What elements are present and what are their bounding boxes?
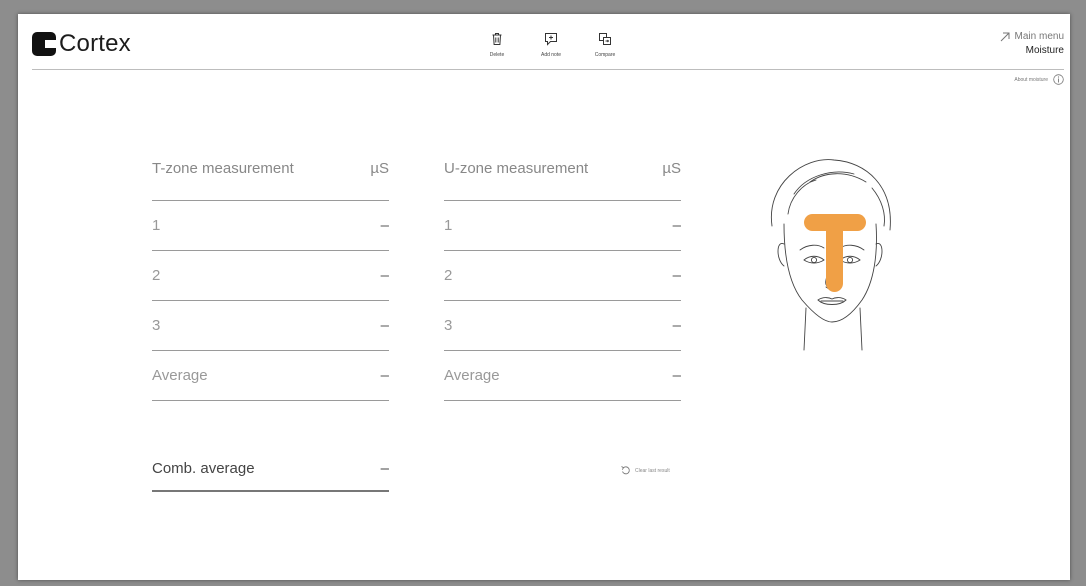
row-value: – [672,317,681,334]
row-label: 2 [444,267,453,284]
table-row: Average – [444,351,681,401]
info-icon [1053,74,1064,85]
delete-button[interactable]: Delete [470,32,524,58]
row-value: – [380,217,389,234]
face-illustration [770,159,891,351]
table-row: 2 – [444,251,681,301]
toolbar: Delete Add note Compare [470,32,632,58]
table-row: 3 – [152,301,389,351]
page-title: Moisture [1025,45,1064,56]
app-window: Cortex Delete Add note Compare Main menu… [18,14,1070,580]
row-value: – [672,217,681,234]
table-row: 1 – [444,201,681,251]
top-right-nav: Main menu Moisture [999,31,1064,56]
row-label: 1 [152,217,161,234]
row-label: 2 [152,267,161,284]
compare-button[interactable]: Compare [578,32,632,58]
u-zone-header: U-zone measurement µS [444,160,681,201]
t-zone-highlight [804,214,866,292]
u-zone-title: U-zone measurement [444,160,589,177]
arrow-up-right-icon [1000,32,1010,41]
u-zone-unit: µS [662,160,681,177]
main-menu-link[interactable]: Main menu [999,31,1064,42]
clear-last-result-label: Clear last result [635,467,670,474]
row-value: – [672,267,681,284]
header-divider [32,69,1064,70]
row-label: Average [152,367,208,384]
u-zone-table: U-zone measurement µS 1 – 2 – 3 – Averag… [444,160,681,401]
table-row: Average – [152,351,389,401]
table-row: 2 – [152,251,389,301]
combined-average-value: – [380,460,389,477]
cortex-logo: Cortex [32,32,131,56]
row-label: 3 [152,317,161,334]
delete-label: Delete [489,52,505,58]
t-zone-title: T-zone measurement [152,160,294,177]
combined-average-label: Comb. average [152,460,255,477]
clear-last-result-button[interactable]: Clear last result [620,465,670,476]
add-note-icon [545,33,557,46]
row-label: 3 [444,317,453,334]
table-row: 3 – [444,301,681,351]
row-value: – [380,317,389,334]
trash-icon [492,33,502,45]
row-value: – [672,367,681,384]
about-moisture-link[interactable]: About moisture [1014,74,1064,85]
row-value: – [380,267,389,284]
logo-mark-icon [32,32,56,56]
compare-icon [599,33,611,45]
row-value: – [380,367,389,384]
combined-average-row: Comb. average – [152,460,389,492]
t-zone-unit: µS [370,160,389,177]
main-menu-label: Main menu [1014,31,1064,42]
t-zone-table: T-zone measurement µS 1 – 2 – 3 – Averag… [152,160,389,401]
add-note-label: Add note [540,52,562,58]
compare-label: Compare [594,52,616,58]
t-zone-header: T-zone measurement µS [152,160,389,201]
add-note-button[interactable]: Add note [524,32,578,58]
about-moisture-label: About moisture [1014,76,1048,83]
table-row: 1 – [152,201,389,251]
row-label: 1 [444,217,453,234]
row-label: Average [444,367,500,384]
undo-icon [621,466,630,475]
brand-name: Cortex [59,30,131,57]
